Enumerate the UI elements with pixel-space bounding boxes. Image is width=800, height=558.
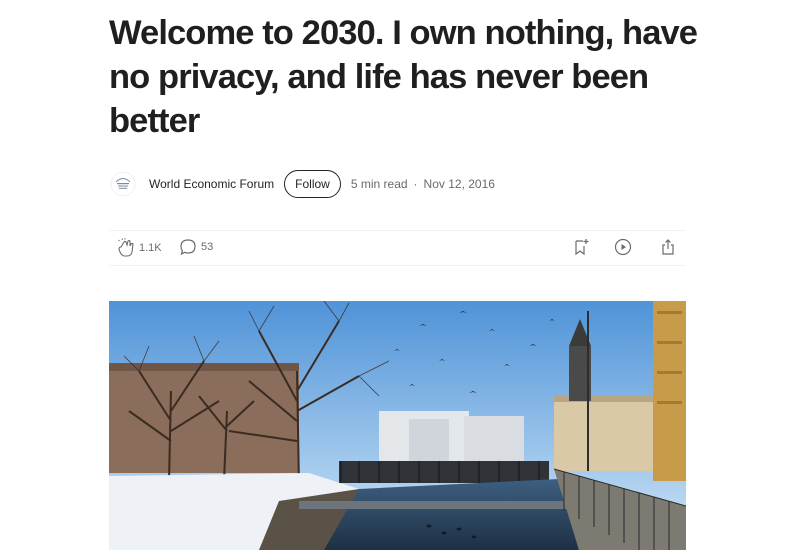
- separator-dot: ·: [413, 177, 418, 191]
- author-name[interactable]: World Economic Forum: [149, 177, 274, 191]
- bookmark-button[interactable]: [572, 238, 590, 256]
- article-title: Welcome to 2030. I own nothing, have no …: [109, 14, 698, 140]
- share-icon: [662, 239, 674, 255]
- byline: World Economic Forum Follow 5 min read ·…: [109, 168, 689, 200]
- clap-count: 1.1K: [139, 242, 162, 254]
- play-icon: [614, 238, 632, 256]
- clap-button[interactable]: 1.1K: [117, 238, 162, 258]
- action-bar: 1.1K 53: [109, 230, 686, 266]
- listen-button[interactable]: [614, 238, 632, 256]
- follow-button[interactable]: Follow: [284, 170, 341, 198]
- hero-image: [109, 301, 686, 550]
- response-count: 53: [201, 241, 214, 253]
- comment-button[interactable]: 53: [179, 238, 213, 256]
- publication-logo-icon[interactable]: [109, 170, 137, 198]
- comment-icon: [180, 239, 196, 256]
- share-button[interactable]: [659, 238, 677, 256]
- bookmark-add-icon: [575, 239, 589, 256]
- clap-icon: [118, 238, 134, 257]
- publish-date: Nov 12, 2016: [423, 177, 495, 191]
- read-time: 5 min read: [350, 177, 408, 191]
